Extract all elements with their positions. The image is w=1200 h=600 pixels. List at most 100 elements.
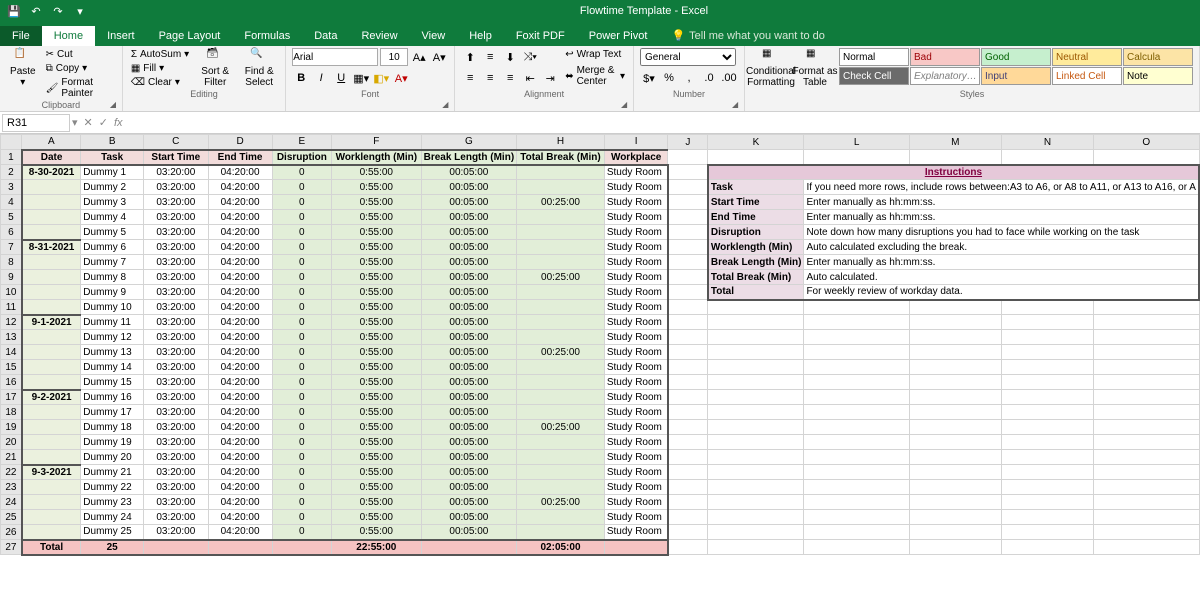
cell[interactable]: 0:55:00 (332, 375, 422, 390)
row-header[interactable]: 3 (1, 180, 22, 195)
cell[interactable] (517, 180, 605, 195)
cell[interactable]: Study Room (604, 210, 668, 225)
row-header[interactable]: 26 (1, 525, 22, 540)
cell[interactable] (22, 450, 81, 465)
cell[interactable]: Dummy 23 (81, 495, 144, 510)
cell[interactable]: 00:05:00 (421, 225, 517, 240)
cell[interactable]: 00:05:00 (421, 165, 517, 180)
check-icon[interactable]: ✓ (99, 116, 108, 129)
cell[interactable]: 00:05:00 (421, 330, 517, 345)
cell[interactable] (22, 345, 81, 360)
dialog-launcher-icon[interactable]: ◢ (621, 100, 631, 110)
font-family-input[interactable] (292, 48, 378, 66)
paste-button[interactable]: 📋 Paste ▾ (6, 48, 40, 88)
cell[interactable]: 00:05:00 (421, 240, 517, 255)
cell[interactable]: 03:20:00 (144, 450, 209, 465)
cell[interactable]: 0 (272, 450, 331, 465)
total-cell[interactable] (272, 540, 331, 555)
cell[interactable]: 04:20:00 (208, 210, 272, 225)
cell[interactable]: 0:55:00 (332, 300, 422, 315)
col-header[interactable]: O (1094, 135, 1199, 150)
cell[interactable]: 04:20:00 (208, 330, 272, 345)
align-bottom-icon[interactable]: ⬇ (501, 48, 519, 66)
cell[interactable]: 00:05:00 (421, 345, 517, 360)
cell[interactable]: 0:55:00 (332, 360, 422, 375)
cell[interactable]: Study Room (604, 330, 668, 345)
wrap-text-button[interactable]: ↩Wrap Text (563, 48, 627, 61)
row-header[interactable]: 21 (1, 450, 22, 465)
cell[interactable] (517, 390, 605, 405)
tab-home[interactable]: Home (42, 26, 95, 46)
cell[interactable] (22, 270, 81, 285)
percent-icon[interactable]: % (660, 69, 678, 87)
cell[interactable]: Dummy 1 (81, 165, 144, 180)
increase-indent-icon[interactable]: ⇥ (541, 69, 559, 87)
autosum-button[interactable]: ΣAutoSum▾ (129, 48, 191, 61)
cell[interactable]: 04:20:00 (208, 435, 272, 450)
cell[interactable]: 03:20:00 (144, 330, 209, 345)
total-cell[interactable] (421, 540, 517, 555)
row-header[interactable]: 24 (1, 495, 22, 510)
cell[interactable]: 0:55:00 (332, 195, 422, 210)
col-header[interactable]: A (22, 135, 81, 150)
table-header[interactable]: Date (22, 150, 81, 165)
cell[interactable]: 00:05:00 (421, 360, 517, 375)
tab-view[interactable]: View (410, 26, 458, 46)
cell[interactable]: 9-3-2021 (22, 465, 81, 480)
cell[interactable]: 03:20:00 (144, 300, 209, 315)
tab-page-layout[interactable]: Page Layout (147, 26, 233, 46)
cell[interactable]: 0 (272, 525, 331, 540)
cell[interactable] (517, 210, 605, 225)
cell[interactable] (517, 285, 605, 300)
align-middle-icon[interactable]: ≡ (481, 48, 499, 66)
cell[interactable]: Dummy 7 (81, 255, 144, 270)
cell[interactable]: 03:20:00 (144, 255, 209, 270)
cell[interactable] (517, 510, 605, 525)
cell[interactable]: Study Room (604, 195, 668, 210)
cell[interactable] (517, 375, 605, 390)
cell[interactable]: 00:05:00 (421, 315, 517, 330)
col-header[interactable]: H (517, 135, 605, 150)
tab-review[interactable]: Review (349, 26, 409, 46)
fill-color-button[interactable]: ◧▾ (372, 69, 390, 87)
row-header[interactable]: 12 (1, 315, 22, 330)
cell[interactable]: 0 (272, 165, 331, 180)
tell-me-input[interactable]: 💡Tell me what you want to do (659, 25, 836, 46)
row-header[interactable]: 25 (1, 510, 22, 525)
col-header[interactable]: B (81, 135, 144, 150)
cell[interactable]: 03:20:00 (144, 225, 209, 240)
cell[interactable]: 0 (272, 240, 331, 255)
cell[interactable] (22, 510, 81, 525)
cell[interactable] (517, 525, 605, 540)
style-note[interactable]: Note (1123, 67, 1193, 85)
italic-button[interactable]: I (312, 69, 330, 87)
cell[interactable] (22, 195, 81, 210)
save-icon[interactable]: 💾 (6, 3, 22, 19)
cell[interactable]: 0 (272, 465, 331, 480)
comma-icon[interactable]: , (680, 69, 698, 87)
cell[interactable]: 00:05:00 (421, 465, 517, 480)
cell[interactable]: 0 (272, 390, 331, 405)
tab-formulas[interactable]: Formulas (232, 26, 302, 46)
cell[interactable]: 0 (272, 375, 331, 390)
cell[interactable]: 03:20:00 (144, 480, 209, 495)
cell[interactable] (517, 240, 605, 255)
cell[interactable]: 0:55:00 (332, 240, 422, 255)
cell[interactable]: 04:20:00 (208, 255, 272, 270)
cell[interactable]: 00:25:00 (517, 270, 605, 285)
tab-help[interactable]: Help (457, 26, 504, 46)
row-header[interactable]: 2 (1, 165, 22, 180)
cell[interactable] (22, 210, 81, 225)
cell[interactable]: 04:20:00 (208, 375, 272, 390)
col-header[interactable]: K (708, 135, 804, 150)
row-header[interactable]: 14 (1, 345, 22, 360)
cell[interactable]: 0 (272, 420, 331, 435)
cell[interactable]: 04:20:00 (208, 345, 272, 360)
cell[interactable]: 0:55:00 (332, 330, 422, 345)
cell[interactable]: Dummy 15 (81, 375, 144, 390)
cell[interactable]: Dummy 20 (81, 450, 144, 465)
cell[interactable]: Dummy 22 (81, 480, 144, 495)
cell[interactable]: 0 (272, 330, 331, 345)
row-header[interactable]: 1 (1, 150, 22, 165)
orientation-icon[interactable]: ⤨▾ (521, 48, 539, 66)
